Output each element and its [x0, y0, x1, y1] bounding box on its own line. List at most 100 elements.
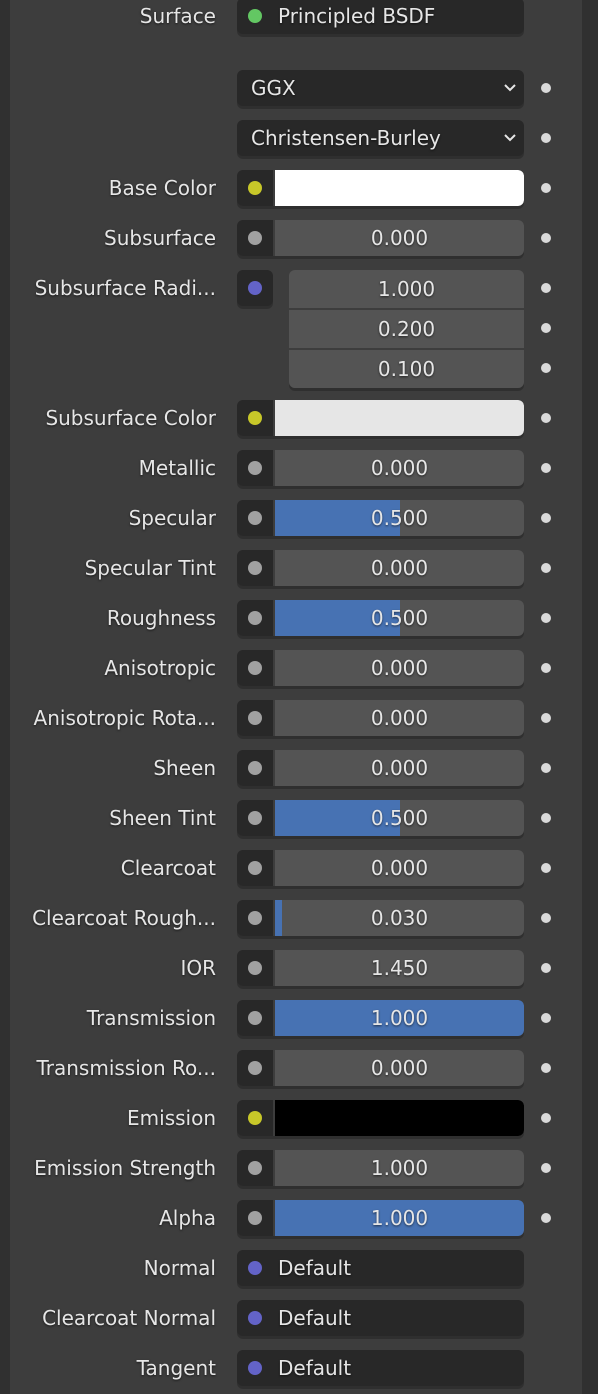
subsurface-radius-component-1[interactable]: 0.200: [289, 310, 524, 348]
emission-strength-field[interactable]: 1.000: [237, 1150, 524, 1186]
keyframe-dot-icon[interactable]: [541, 963, 551, 973]
clearcoat-normal-field[interactable]: Default: [237, 1300, 524, 1336]
keyframe-dot-icon[interactable]: [541, 363, 551, 373]
keyframe-dot-icon[interactable]: [541, 323, 551, 333]
specular-tint-socket[interactable]: [237, 550, 273, 586]
keyframe-dot-icon[interactable]: [541, 83, 551, 93]
clearcoat-socket[interactable]: [237, 850, 273, 886]
subsurface-socket[interactable]: [237, 220, 273, 256]
transmission-slider[interactable]: 1.000: [275, 1000, 524, 1036]
specular-tint-field[interactable]: 0.000: [237, 550, 524, 586]
metallic-slider[interactable]: 0.000: [275, 450, 524, 486]
base-color-socket[interactable]: [237, 170, 273, 206]
alpha-slider[interactable]: 1.000: [275, 1200, 524, 1236]
alpha-field[interactable]: 1.000: [237, 1200, 524, 1236]
emission-socket[interactable]: [237, 1100, 273, 1136]
clearcoat-field[interactable]: 0.000: [237, 850, 524, 886]
keyframe-dot-icon[interactable]: [541, 563, 551, 573]
float-socket-icon: [248, 231, 262, 245]
keyframe-dot-icon[interactable]: [541, 863, 551, 873]
clearcoat-roughness-field[interactable]: 0.030: [237, 900, 524, 936]
keyframe-dot-icon[interactable]: [541, 413, 551, 423]
subsurface-radius-row: Subsurface Radi... 1.000 0.200 0.100: [0, 270, 598, 388]
subsurface-field[interactable]: 0.000: [237, 220, 524, 256]
keyframe-dot-icon[interactable]: [541, 283, 551, 293]
distribution-value: GGX: [251, 76, 296, 100]
keyframe-dot-icon[interactable]: [541, 1213, 551, 1223]
emission-color-swatch[interactable]: [275, 1100, 524, 1136]
keyframe-dot-icon[interactable]: [541, 613, 551, 623]
sheen-slider[interactable]: 0.000: [275, 750, 524, 786]
ior-socket[interactable]: [237, 950, 273, 986]
distribution-dropdown[interactable]: GGX: [237, 70, 524, 106]
tangent-field[interactable]: Default: [237, 1350, 524, 1386]
transmission-field[interactable]: 1.000: [237, 1000, 524, 1036]
subsurface-radius-socket[interactable]: [237, 270, 273, 306]
transmission-roughness-socket[interactable]: [237, 1050, 273, 1086]
transmission-label: Transmission: [86, 1006, 216, 1030]
keyframe-dot-icon[interactable]: [541, 463, 551, 473]
keyframe-dot-icon[interactable]: [541, 233, 551, 243]
specular-tint-slider[interactable]: 0.000: [275, 550, 524, 586]
anisotropic-slider[interactable]: 0.000: [275, 650, 524, 686]
sheen-tint-slider[interactable]: 0.500: [275, 800, 524, 836]
keyframe-dot-icon[interactable]: [541, 513, 551, 523]
tangent-value: Default: [278, 1356, 352, 1380]
subsurface-color-field[interactable]: [237, 400, 524, 436]
float-socket-icon: [248, 511, 262, 525]
keyframe-dot-icon[interactable]: [541, 1163, 551, 1173]
base-color-row: Base Color: [0, 170, 598, 206]
alpha-socket[interactable]: [237, 1200, 273, 1236]
base-color-field[interactable]: [237, 170, 524, 206]
clearcoat-roughness-slider[interactable]: 0.030: [275, 900, 524, 936]
subsurface-radius-component-2[interactable]: 0.100: [289, 350, 524, 388]
sheen-field[interactable]: 0.000: [237, 750, 524, 786]
keyframe-dot-icon[interactable]: [541, 713, 551, 723]
specular-slider[interactable]: 0.500: [275, 500, 524, 536]
anisotropic-field[interactable]: 0.000: [237, 650, 524, 686]
base-color-label: Base Color: [108, 176, 216, 200]
transmission-roughness-slider[interactable]: 0.000: [275, 1050, 524, 1086]
metallic-field[interactable]: 0.000: [237, 450, 524, 486]
subsurface-radius-component-0[interactable]: 1.000: [289, 270, 524, 308]
anisotropic-rotation-field[interactable]: 0.000: [237, 700, 524, 736]
subsurface-method-dropdown[interactable]: Christensen-Burley: [237, 120, 524, 156]
emission-strength-slider[interactable]: 1.000: [275, 1150, 524, 1186]
ior-slider[interactable]: 1.450: [275, 950, 524, 986]
anisotropic-rotation-socket[interactable]: [237, 700, 273, 736]
keyframe-dot-icon[interactable]: [541, 913, 551, 923]
roughness-socket[interactable]: [237, 600, 273, 636]
subsurface-color-color-swatch[interactable]: [275, 400, 524, 436]
surface-shader-field[interactable]: Principled BSDF: [237, 0, 524, 34]
keyframe-dot-icon[interactable]: [541, 813, 551, 823]
metallic-socket[interactable]: [237, 450, 273, 486]
ior-field[interactable]: 1.450: [237, 950, 524, 986]
sheen-tint-socket[interactable]: [237, 800, 273, 836]
clearcoat-roughness-socket[interactable]: [237, 900, 273, 936]
subsurface-slider[interactable]: 0.000: [275, 220, 524, 256]
keyframe-dot-icon[interactable]: [541, 1113, 551, 1123]
sheen-tint-field[interactable]: 0.500: [237, 800, 524, 836]
keyframe-dot-icon[interactable]: [541, 763, 551, 773]
keyframe-dot-icon[interactable]: [541, 1063, 551, 1073]
anisotropic-socket[interactable]: [237, 650, 273, 686]
specular-field[interactable]: 0.500: [237, 500, 524, 536]
keyframe-dot-icon[interactable]: [541, 663, 551, 673]
clearcoat-slider[interactable]: 0.000: [275, 850, 524, 886]
roughness-field[interactable]: 0.500: [237, 600, 524, 636]
normal-field[interactable]: Default: [237, 1250, 524, 1286]
base-color-color-swatch[interactable]: [275, 170, 524, 206]
specular-socket[interactable]: [237, 500, 273, 536]
anisotropic-rotation-slider[interactable]: 0.000: [275, 700, 524, 736]
keyframe-dot-icon[interactable]: [541, 1013, 551, 1023]
anisotropic-rotation-row: Anisotropic Rota... 0.000: [0, 700, 598, 736]
transmission-roughness-field[interactable]: 0.000: [237, 1050, 524, 1086]
subsurface-color-socket[interactable]: [237, 400, 273, 436]
sheen-socket[interactable]: [237, 750, 273, 786]
roughness-slider[interactable]: 0.500: [275, 600, 524, 636]
transmission-socket[interactable]: [237, 1000, 273, 1036]
emission-field[interactable]: [237, 1100, 524, 1136]
keyframe-dot-icon[interactable]: [541, 183, 551, 193]
keyframe-dot-icon[interactable]: [541, 133, 551, 143]
emission-strength-socket[interactable]: [237, 1150, 273, 1186]
